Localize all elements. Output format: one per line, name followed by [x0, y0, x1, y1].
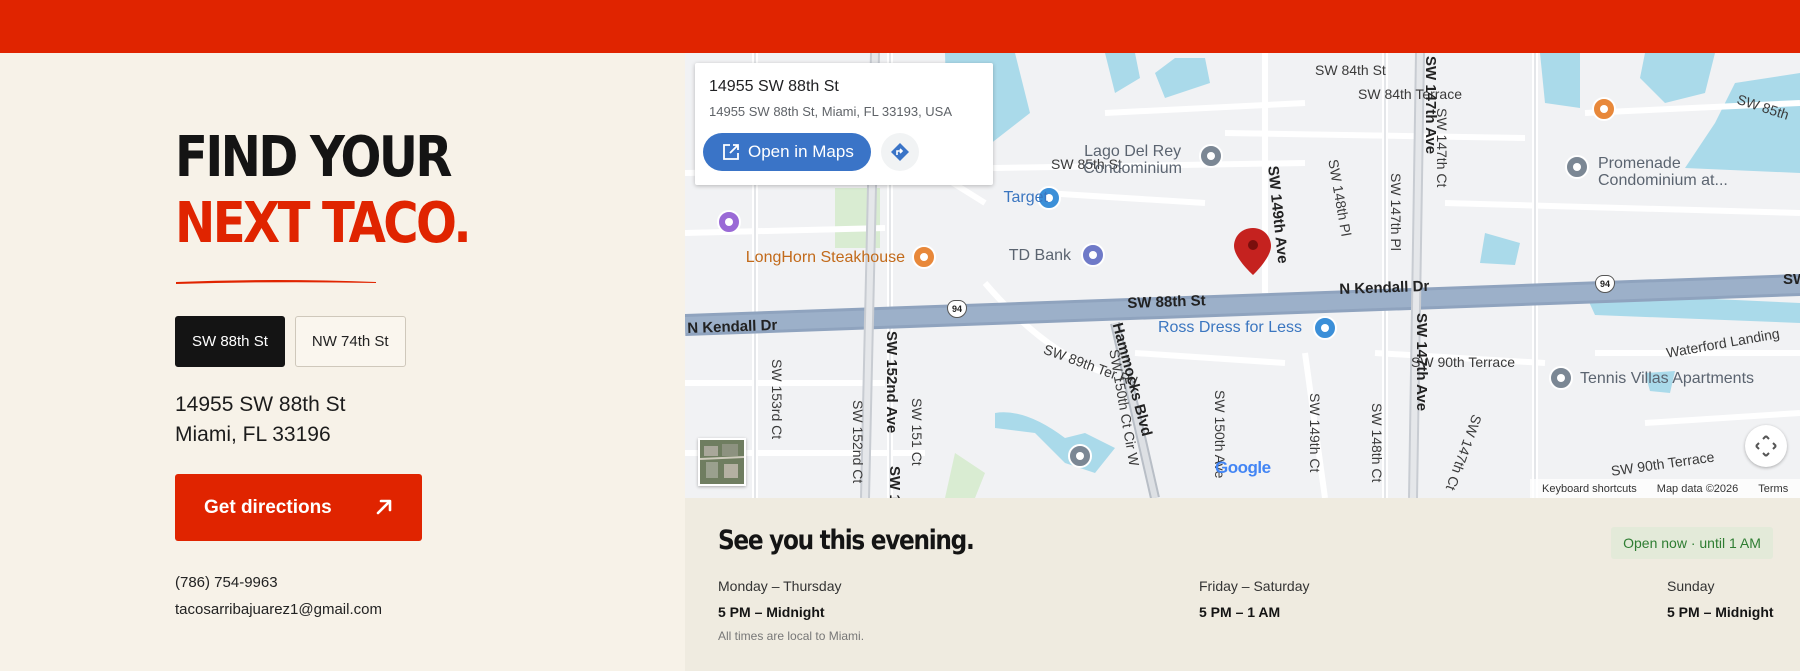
label-target: Target [1003, 189, 1048, 206]
phone-link[interactable]: (786) 754-9963 [175, 574, 278, 591]
hours-days: Monday – Thursday [718, 578, 842, 594]
top-bar [0, 0, 1800, 53]
label-kendall-right: N Kendall Dr [1339, 277, 1430, 298]
hours-col-sunday: Sunday 5 PM – Midnight [1667, 578, 1774, 620]
tab-sw-88th[interactable]: SW 88th St [175, 316, 285, 367]
label-promenade-1: Promenade [1598, 155, 1681, 172]
get-directions-label: Get directions [204, 496, 332, 518]
satellite-thumbnail-icon [700, 440, 744, 484]
info-card-title: 14955 SW 88th St [709, 78, 839, 95]
label-sw84: SW 84th St [1315, 62, 1386, 78]
directions-icon [891, 143, 909, 161]
title-line-2: NEXT TACO. [175, 191, 472, 256]
longhorn-restaurant-icon[interactable] [912, 245, 936, 269]
hours-days: Friday – Saturday [1199, 578, 1310, 594]
label-lago-1: Lago Del Rey [1084, 143, 1182, 160]
hours-col-weekend: Friday – Saturday 5 PM – 1 AM [1199, 578, 1310, 620]
address-line-2: Miami, FL 33196 [175, 423, 331, 446]
label-sw84t: SW 84th Terrace [1358, 86, 1463, 102]
page-title: FIND YOUR NEXT TACO. [175, 125, 472, 257]
satellite-toggle[interactable] [698, 438, 746, 486]
label-sw152ave: SW 152nd Ave [883, 331, 900, 434]
label-sw147pl: SW 147th Pl [1388, 173, 1404, 251]
label-longhorn: LongHorn Steakhouse [745, 249, 905, 266]
info-card-address: 14955 SW 88th St, Miami, FL 33193, USA [709, 104, 953, 119]
tennis-villas-poi-icon[interactable] [1549, 366, 1573, 390]
external-link-icon [723, 144, 739, 160]
arrow-up-right-icon [376, 499, 392, 515]
hours-days: Sunday [1667, 578, 1715, 594]
promenade-poi-icon[interactable] [1565, 155, 1589, 179]
label-sw147ave: SW 147th Ave [1422, 56, 1439, 155]
timezone-note: All times are local to Miami. [718, 629, 865, 643]
title-underline [176, 280, 376, 284]
get-directions-button[interactable]: Get directions [175, 474, 422, 541]
directions-button[interactable] [881, 133, 919, 171]
label-tdbank: TD Bank [1008, 247, 1071, 264]
label-promenade-2: Condominium at... [1598, 172, 1728, 189]
store-address: 14955 SW 88th St Miami, FL 33196 [175, 390, 345, 450]
label-sw88: SW 88th St [1127, 292, 1206, 312]
hours-col-weekday: Monday – Thursday 5 PM – Midnight [718, 578, 841, 620]
hours-time: 5 PM – Midnight [718, 604, 825, 620]
label-lago: Lago Del Rey Condominium [1083, 143, 1182, 177]
location-tabs: SW 88th St NW 74th St [175, 316, 406, 367]
label-sw148ct: SW 148th Ct [1369, 403, 1385, 483]
map-info-card: 14955 SW 88th St 14955 SW 88th St, Miami… [695, 63, 993, 185]
label-sw147ave2: SW 147th Ave [1413, 313, 1430, 412]
email-link[interactable]: tacosarribajuarez1@gmail.com [175, 601, 382, 618]
tab-nw-74th[interactable]: NW 74th St [294, 316, 406, 367]
open-status-badge: Open now · until 1 AM [1611, 527, 1773, 559]
terms-link[interactable]: Terms [1758, 483, 1788, 495]
hours-time: 5 PM – 1 AM [1199, 604, 1281, 620]
hours-time: 5 PM – Midnight [1667, 604, 1774, 620]
keyboard-shortcuts-link[interactable]: Keyboard shortcuts [1542, 483, 1637, 495]
google-logo: Google [1215, 458, 1271, 477]
location-panel: FIND YOUR NEXT TACO. SW 88th St NW 74th … [0, 53, 685, 671]
label-ross: Ross Dress for Less [1157, 319, 1302, 336]
open-in-maps-button[interactable]: Open in Maps [703, 133, 871, 171]
hours-title: See you this evening. [718, 525, 975, 556]
label-sw151: SW 151 Ct [909, 398, 925, 466]
lago-poi-icon[interactable] [1199, 144, 1223, 168]
fullscreen-icon [1755, 435, 1777, 457]
open-in-maps-label: Open in Maps [748, 142, 854, 161]
label-promenade: Promenade Condominium at... [1598, 155, 1728, 189]
pet-poi-icon[interactable] [717, 210, 741, 234]
label-sw149ct: SW 149th Ct [1307, 393, 1323, 473]
label-tennis: Tennis Villas Apartments [1580, 370, 1755, 387]
title-line-1: FIND YOUR [175, 125, 453, 190]
restaurant-poi-icon[interactable] [1592, 97, 1616, 121]
school-poi-icon[interactable] [1068, 444, 1092, 468]
map-view[interactable]: 94 94 SW 84th St SW 84th Terrace SW 85th… [685, 53, 1800, 498]
fullscreen-button[interactable] [1745, 425, 1787, 467]
hours-panel: See you this evening. Open now · until 1… [685, 498, 1800, 671]
label-kendall-left: N Kendall Dr [687, 316, 778, 337]
label-sw152ct: SW 152nd Ct [850, 400, 866, 484]
tdbank-icon[interactable] [1081, 243, 1105, 267]
label-sw153: SW 153rd Ct [769, 359, 785, 440]
label-sw152ave2: SW 152nd Ave [886, 466, 903, 498]
label-sw-right: SW [1783, 271, 1800, 288]
address-line-1: 14955 SW 88th St [175, 393, 346, 416]
map-data-text: Map data ©2026 [1656, 482, 1739, 495]
map-attribution: Keyboard shortcuts Map data ©2026 Terms [1530, 479, 1800, 498]
label-lago-2: Condominium [1083, 160, 1182, 177]
ross-shop-icon[interactable] [1313, 316, 1337, 340]
